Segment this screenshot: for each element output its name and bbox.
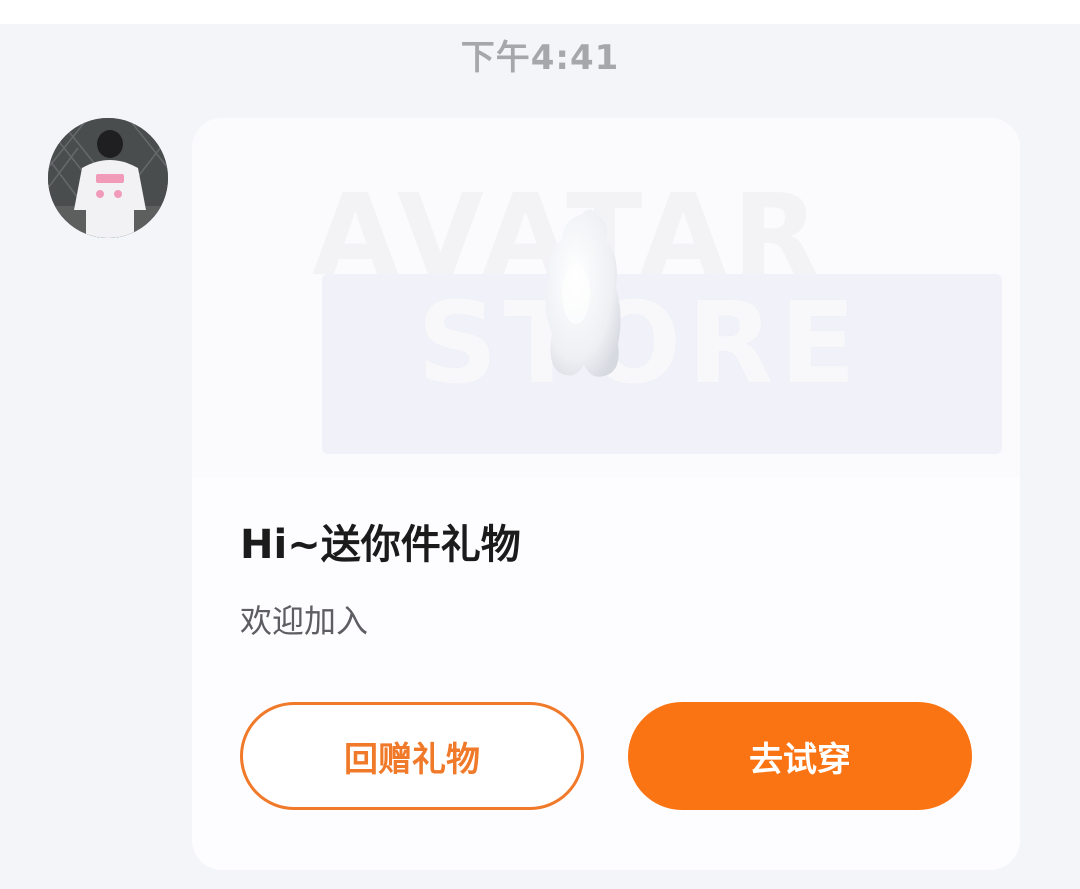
gift-mascot-icon <box>545 209 621 377</box>
avatar-store-banner: AVATAR STORE <box>192 118 1020 478</box>
sender-avatar[interactable] <box>48 118 168 238</box>
try-on-button[interactable]: 去试穿 <box>628 702 972 810</box>
avatar-photo-icon <box>48 118 168 238</box>
message-timestamp: 下午4:41 <box>460 38 620 78</box>
top-strip <box>0 0 1080 24</box>
return-gift-button[interactable]: 回赠礼物 <box>240 702 584 810</box>
banner-title-line-2: STORE <box>417 279 863 409</box>
card-title: Hi~送你件礼物 <box>240 522 521 568</box>
gift-message-card[interactable]: AVATAR STORE Hi~送你件礼物 欢迎加入 回赠礼物 去试穿 <box>192 118 1020 870</box>
card-subtitle: 欢迎加入 <box>240 602 369 640</box>
